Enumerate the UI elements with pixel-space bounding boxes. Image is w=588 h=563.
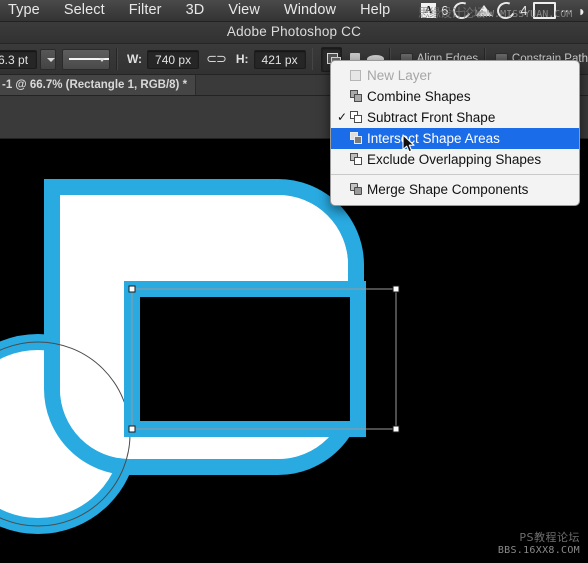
- menu-option-intersect-shape-areas[interactable]: Intersect Shape Areas: [331, 128, 579, 149]
- photoshop-window: Type Select Filter 3D View Window Help A…: [0, 0, 588, 563]
- menu-option-exclude-overlapping-shapes[interactable]: Exclude Overlapping Shapes: [331, 149, 579, 170]
- toolbar-separator-1: [116, 48, 118, 70]
- menu-option-label: Merge Shape Components: [367, 182, 529, 197]
- menu-option-label: Subtract Front Shape: [367, 110, 496, 125]
- point-size-dropdown-button[interactable]: [39, 48, 56, 70]
- menu-separator: [331, 174, 579, 175]
- menu-item-window[interactable]: Window: [272, 0, 348, 21]
- app-title: Adobe Photoshop CC: [226, 24, 362, 39]
- menu-item-help[interactable]: Help: [348, 0, 402, 21]
- height-input[interactable]: 421 px: [253, 49, 306, 69]
- handle-bottom-left: [128, 425, 136, 433]
- menu-option-label: Exclude Overlapping Shapes: [367, 152, 542, 167]
- menu-item-view[interactable]: View: [216, 0, 272, 21]
- document-tab[interactable]: -1 @ 66.7% (Rectangle 1, RGB/8) *: [0, 75, 197, 95]
- handle-bottom-right: [392, 425, 400, 433]
- width-label: W:: [126, 52, 143, 66]
- stroke-style-dropdown[interactable]: [61, 48, 111, 70]
- menu-option-new-layer[interactable]: New Layer: [331, 65, 579, 86]
- menu-option-subtract-front-shape[interactable]: ✓ Subtract Front Shape: [331, 107, 579, 128]
- airplay-icon[interactable]: 4: [520, 3, 527, 18]
- title-bar: Adobe Photoshop CC: [0, 22, 588, 44]
- path-operations-dropdown-menu[interactable]: New Layer Combine Shapes ✓ Subtract Fron…: [330, 60, 580, 206]
- menu-option-combine-shapes[interactable]: Combine Shapes: [331, 86, 579, 107]
- mountain-icon[interactable]: [476, 5, 493, 16]
- display-icon[interactable]: [532, 2, 556, 19]
- sound-icon[interactable]: ⋯: [561, 0, 573, 22]
- menu-item-type[interactable]: Type: [0, 0, 52, 21]
- menu-bar-status-items: A 6 4 ⋯ ◗: [421, 0, 588, 22]
- adobe-cc-icon[interactable]: A: [421, 3, 437, 18]
- menu-option-label: Intersect Shape Areas: [367, 131, 500, 146]
- intersect-shape-areas-icon: [350, 132, 367, 145]
- handle-top-left: [128, 285, 136, 293]
- toolbar-separator-2: [311, 48, 314, 70]
- menu-item-filter[interactable]: Filter: [117, 0, 174, 21]
- menu-item-select[interactable]: Select: [52, 0, 117, 21]
- point-size-field[interactable]: 6.3 pt: [0, 49, 37, 69]
- new-layer-icon: [350, 70, 367, 81]
- checkmark-icon: ✓: [337, 110, 348, 124]
- height-label: H:: [235, 52, 249, 66]
- handle-top-right: [392, 285, 400, 293]
- exclude-overlapping-shapes-icon: [350, 153, 367, 166]
- menu-bar: Type Select Filter 3D View Window Help A…: [0, 0, 588, 22]
- combine-shapes-icon: [350, 90, 367, 103]
- menu-option-label: Combine Shapes: [367, 89, 471, 104]
- subtracted-rect-inner: [140, 297, 350, 421]
- link-chain-icon[interactable]: ⊂⊃: [206, 51, 227, 67]
- menu-item-3d[interactable]: 3D: [174, 0, 217, 21]
- swirl-icon[interactable]: [494, 0, 518, 22]
- dropbox-icon[interactable]: [450, 0, 474, 22]
- wifi-icon[interactable]: ◗: [578, 3, 586, 19]
- width-input[interactable]: 740 px: [147, 49, 200, 69]
- battery-count[interactable]: 6: [441, 3, 448, 18]
- subtract-front-shape-icon: [350, 111, 367, 124]
- merge-shape-components-icon: [350, 183, 367, 196]
- menu-option-label: New Layer: [367, 68, 432, 83]
- menu-option-merge-shape-components[interactable]: Merge Shape Components: [331, 179, 579, 200]
